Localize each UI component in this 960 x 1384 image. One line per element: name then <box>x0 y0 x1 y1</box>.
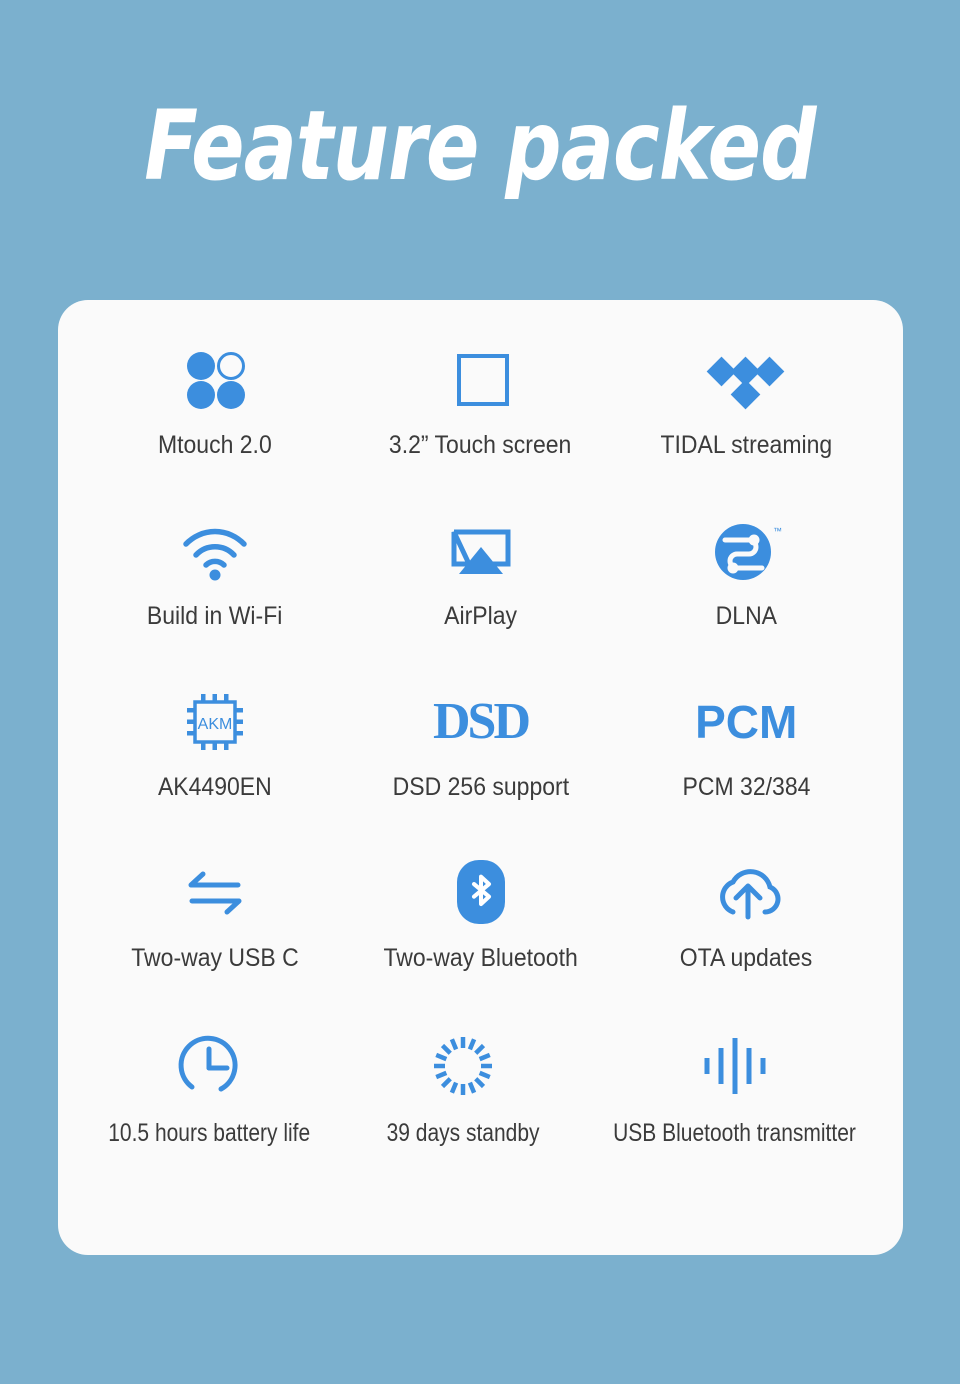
pcm-wordmark-icon: PCM <box>695 676 797 768</box>
feature-item-touchscreen: 3.2” Touch screen <box>348 334 614 460</box>
feature-label: PCM 32/384 <box>682 773 811 801</box>
dsd-wordmark-text: DSD <box>432 693 531 750</box>
two-way-arrows-icon <box>178 847 252 939</box>
cloud-upload-ota-icon <box>707 847 785 939</box>
feature-label: DSD 256 support <box>392 773 569 801</box>
wifi-icon <box>178 505 252 597</box>
feature-label: AirPlay <box>444 602 517 630</box>
svg-text:AKM: AKM <box>197 716 232 733</box>
mtouch-four-dots-icon <box>179 334 251 426</box>
feature-item-mtouch: Mtouch 2.0 <box>82 334 348 460</box>
dlna-icon: ™ <box>709 505 783 597</box>
feature-page: Feature packed Mtouch 2.0 3.2” Touch scr… <box>0 0 960 1384</box>
feature-row: Two-way USB C Two-way Bluetooth OTA upda… <box>82 847 879 1018</box>
tidal-diamonds-icon <box>704 334 788 426</box>
pcm-wordmark-text: PCM <box>695 696 798 748</box>
akm-chip-icon: AKM <box>179 676 251 768</box>
feature-label: Mtouch 2.0 <box>157 431 272 459</box>
feature-item-dsd: DSD DSD 256 support <box>348 676 614 802</box>
feature-item-wifi: Build in Wi-Fi <box>82 505 348 631</box>
feature-item-usb-bt-transmitter: USB Bluetooth transmitter <box>590 1018 879 1148</box>
feature-row: 10.5 hours battery life 39 days standby … <box>82 1018 879 1189</box>
bluetooth-icon <box>451 847 511 939</box>
feature-row: AKM AK4490EN DSD DSD 256 support PCM PCM… <box>82 676 879 847</box>
feature-item-usbc: Two-way USB C <box>82 847 348 973</box>
clock-icon <box>172 1018 246 1114</box>
feature-label: DLNA <box>715 602 777 630</box>
svg-text:™: ™ <box>773 526 782 536</box>
feature-label: 3.2” Touch screen <box>389 431 572 459</box>
feature-item-pcm: PCM PCM 32/384 <box>613 676 879 802</box>
feature-label: TIDAL streaming <box>660 431 833 459</box>
feature-item-standby: 39 days standby <box>336 1018 590 1148</box>
feature-label: Two-way Bluetooth <box>383 944 578 972</box>
feature-label: 39 days standby <box>386 1119 540 1147</box>
feature-label: USB Bluetooth transmitter <box>613 1119 856 1147</box>
feature-label: 10.5 hours battery life <box>108 1119 310 1147</box>
feature-item-bluetooth: Two-way Bluetooth <box>348 847 614 973</box>
feature-item-ota: OTA updates <box>613 847 879 973</box>
page-title: Feature packed <box>144 90 816 202</box>
feature-item-tidal: TIDAL streaming <box>613 334 879 460</box>
dsd-wordmark-icon: DSD <box>432 676 531 768</box>
audio-waveform-icon <box>696 1018 774 1114</box>
square-outline-touchscreen-icon <box>445 334 517 426</box>
feature-label: Build in Wi-Fi <box>147 602 283 630</box>
feature-label: AK4490EN <box>157 773 272 801</box>
feature-row: Build in Wi-Fi AirPlay ™ DLNA <box>82 505 879 676</box>
feature-item-dlna: ™ DLNA <box>613 505 879 631</box>
features-card: Mtouch 2.0 3.2” Touch screen TIDAL strea… <box>58 300 903 1255</box>
feature-label: OTA updates <box>679 944 813 972</box>
feature-item-akm: AKM AK4490EN <box>82 676 348 802</box>
feature-label: Two-way USB C <box>131 944 299 972</box>
standby-spinner-icon <box>426 1018 500 1114</box>
feature-item-battery-life: 10.5 hours battery life <box>82 1018 336 1148</box>
feature-item-airplay: AirPlay <box>348 505 614 631</box>
airplay-icon <box>444 505 518 597</box>
feature-row: Mtouch 2.0 3.2” Touch screen TIDAL strea… <box>82 334 879 505</box>
